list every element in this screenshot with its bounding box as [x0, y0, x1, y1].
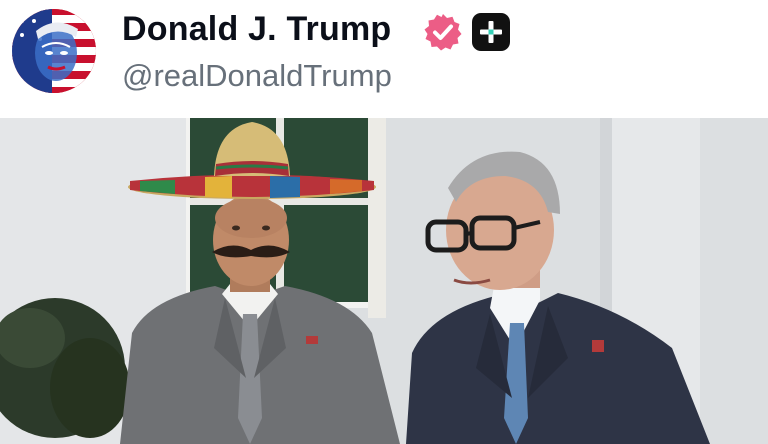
post-video-frame[interactable] [0, 118, 768, 444]
plus-badge-icon [472, 13, 510, 51]
author-name[interactable]: Donald J. Trump [122, 10, 391, 49]
video-frame-image [0, 118, 768, 444]
flag-face-avatar-image [12, 9, 96, 93]
verified-badge-icon [424, 13, 462, 51]
avatar[interactable] [12, 9, 96, 93]
post-header: Donald J. Trump @realDonaldTrump [0, 0, 768, 118]
author-handle[interactable]: @realDonaldTrump [122, 58, 392, 94]
